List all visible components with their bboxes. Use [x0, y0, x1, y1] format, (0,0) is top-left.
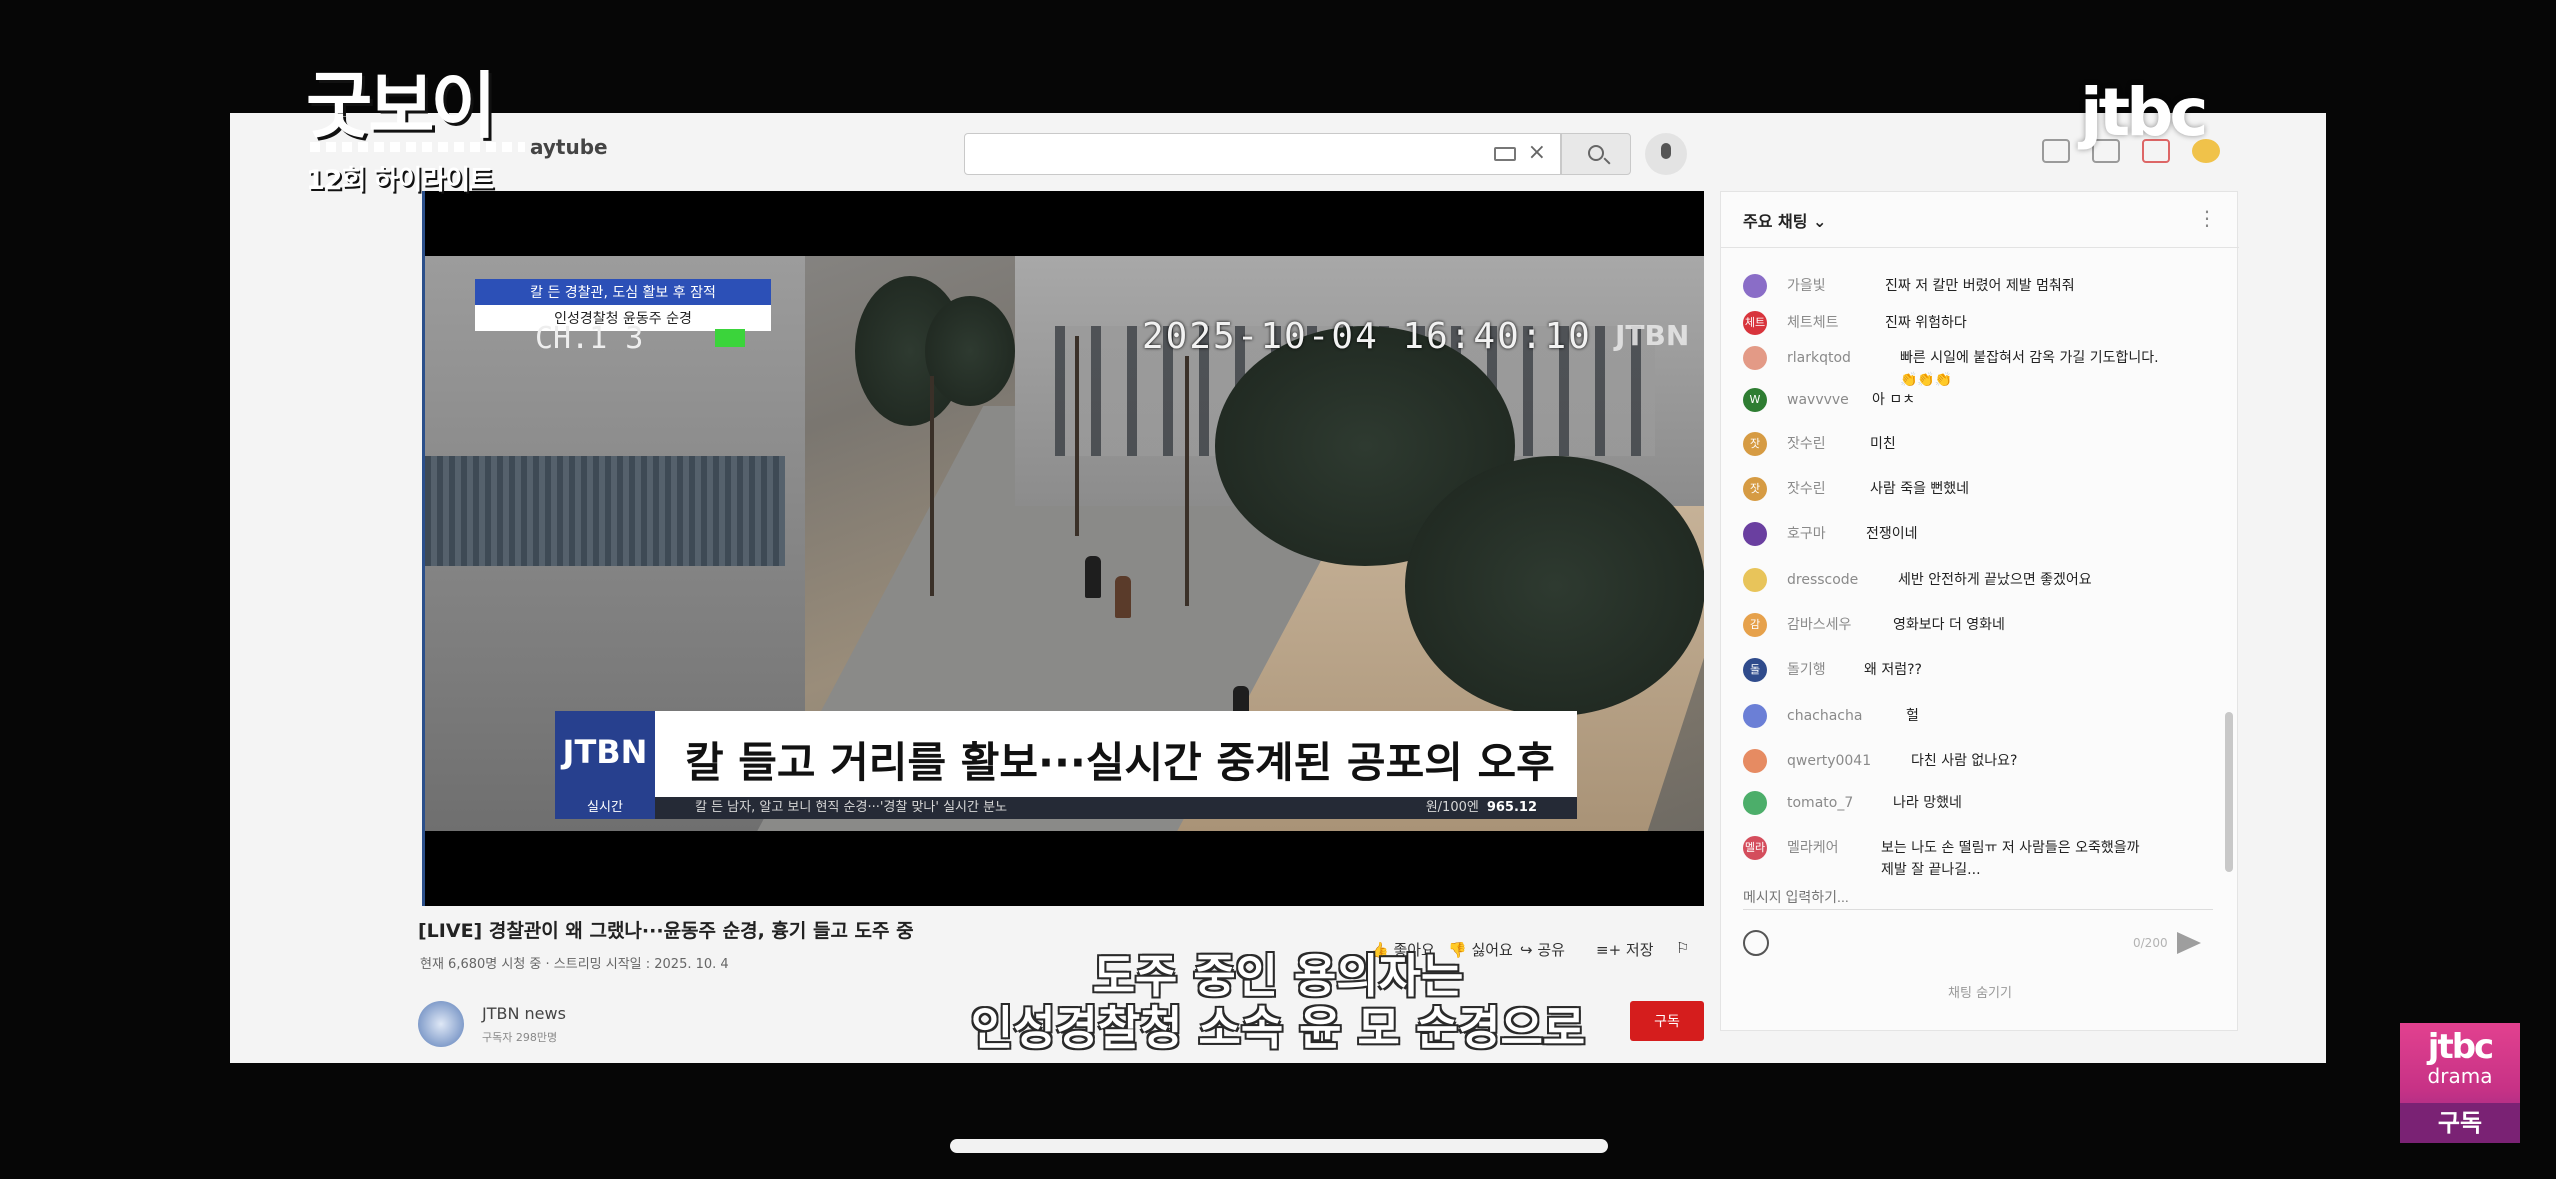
news-caption-line: 칼 든 경찰관, 도심 활보 후 잠적	[475, 279, 771, 305]
chat-author[interactable]: chachacha	[1787, 706, 1862, 726]
news-lower-third: JTBN 칼 들고 거리를 활보···실시간 중계된 공포의 오후 실시간 칼 …	[555, 711, 1577, 819]
chat-text: 다친 사람 없나요?	[1911, 753, 2018, 769]
chat-author[interactable]: wavvvve	[1787, 390, 1849, 410]
chat-avatar[interactable]: W	[1743, 388, 1767, 412]
chat-author[interactable]: 잣수린	[1787, 434, 1826, 454]
browser-screen: aytube × 칼 든 경찰관, 도심 활보 후 잠적 인성경찰청 윤동주 순…	[230, 113, 2326, 1063]
program-logo: 굿보이 12회 하이라이트	[306, 64, 556, 197]
more-icon[interactable]: ⋮	[2197, 206, 2217, 230]
search-input[interactable]: ×	[964, 133, 1561, 175]
program-title: 굿보이	[306, 64, 497, 148]
badge-logo: jtbc	[2427, 1027, 2494, 1067]
chat-avatar[interactable]: 돌	[1743, 658, 1767, 682]
chat-text: 세반 안전하게 끝났으면 좋겠어요	[1898, 572, 2092, 588]
osd-channel: CH.1 3	[535, 321, 644, 356]
chat-author[interactable]: 돌기행	[1787, 660, 1826, 680]
chat-text: 미친	[1870, 436, 1896, 452]
chat-author[interactable]: 감바스세우	[1787, 615, 1851, 635]
person	[1115, 576, 1131, 618]
chat-mode-label: 주요 채팅	[1743, 212, 1808, 231]
chat-text: 제발 잘 끝나길...	[1881, 862, 1981, 878]
chat-avatar[interactable]	[1743, 704, 1767, 728]
chat-text: 헐	[1906, 708, 1919, 724]
chat-author[interactable]: 호구마	[1787, 524, 1826, 544]
badge-subscribe-label: 구독	[2400, 1103, 2520, 1143]
chat-mode-dropdown[interactable]: 주요 채팅 ⌄	[1743, 208, 1826, 232]
chat-message-list[interactable]: 가을빛 진짜 저 칼만 버렸어 제발 멈춰줘 체트 체트체트 진짜 위험하다 rlarkq…	[1721, 248, 2221, 878]
chat-text: 진짜 위험하다	[1885, 315, 1967, 331]
index-readout: 원/100엔 965.12	[1426, 797, 1537, 819]
chat-text: 진짜 저 칼만 버렸어 제발 멈춰줘	[1885, 278, 2075, 294]
ticker-text: 칼 든 남자, 알고 보니 현직 순경···'경찰 맞나' 실시간 분노	[695, 800, 1008, 815]
chat-header: 주요 채팅 ⌄ ⋮	[1721, 192, 2239, 248]
live-tag: 실시간	[555, 797, 655, 819]
video-title: [LIVE] 경찰관이 왜 그랬나···윤동주 순경, 흉기 들고 도주 중	[418, 920, 914, 942]
chat-avatar[interactable]	[1743, 749, 1767, 773]
chat-text: 아 ㅁㅊ	[1872, 392, 1916, 408]
chat-avatar[interactable]: 멜라	[1743, 836, 1767, 860]
chat-author[interactable]: rlarkqtod	[1787, 348, 1851, 368]
episode-label: 12회 하이라이트	[306, 165, 494, 196]
close-icon[interactable]: ×	[1528, 140, 1546, 165]
home-indicator[interactable]	[950, 1139, 1608, 1153]
chat-author[interactable]: 체트체트	[1787, 313, 1839, 333]
chat-avatar[interactable]	[1743, 791, 1767, 815]
news-logo: JTBN	[555, 711, 655, 803]
index-label: 원/100엔	[1425, 800, 1479, 815]
chat-author[interactable]: dresscode	[1787, 570, 1858, 590]
video-player[interactable]: 칼 든 경찰관, 도심 활보 후 잠적 인성경찰청 윤동주 순경 CH.1 3 …	[422, 191, 1704, 906]
chat-avatar[interactable]	[1743, 346, 1767, 370]
chat-text: 나라 망했네	[1893, 795, 1962, 811]
chat-avatar[interactable]	[1743, 522, 1767, 546]
chat-avatar[interactable]: 잣	[1743, 477, 1767, 501]
keyboard-icon[interactable]	[1494, 147, 1516, 161]
subtitle-line: 인성경찰청 소속 윤 모 순경으로	[970, 1001, 1586, 1055]
chat-text: 영화보다 더 영화네	[1893, 617, 2005, 633]
chat-author[interactable]: 멜라케어	[1787, 838, 1839, 858]
chat-text: 사람 죽을 뻔했네	[1870, 481, 1970, 497]
voice-search-button[interactable]	[1645, 133, 1687, 175]
chat-text: 보는 나도 손 떨림ㅠ 저 사람들은 오죽했을까	[1881, 840, 2140, 856]
search-button[interactable]	[1561, 133, 1631, 175]
osd-timestamp: 2025-10-04 16:40:10	[1142, 316, 1592, 357]
chat-text: 전쟁이네	[1866, 526, 1918, 542]
chat-input[interactable]	[1743, 884, 2213, 910]
chat-scrollbar[interactable]	[2225, 712, 2233, 872]
rec-indicator	[715, 329, 745, 347]
search-icon	[1588, 145, 1604, 161]
chat-author[interactable]: 가을빛	[1787, 276, 1826, 296]
chat-text: 왜 저럼??	[1864, 662, 1922, 678]
chat-text: 👏👏👏	[1900, 372, 1953, 388]
news-ticker: 칼 든 남자, 알고 보니 현직 순경···'경찰 맞나' 실시간 분노 원/1…	[655, 797, 1577, 819]
chat-author[interactable]: qwerty0041	[1787, 751, 1871, 771]
create-icon[interactable]	[2042, 139, 2070, 163]
osd-watermark: JTBN	[1615, 319, 1690, 352]
chat-avatar[interactable]	[1743, 568, 1767, 592]
index-value: 965.12	[1486, 800, 1537, 815]
news-headline: 칼 들고 거리를 활보···실시간 중계된 공포의 오후	[655, 711, 1577, 797]
network-logo: jtbc	[2080, 74, 2209, 151]
person	[1085, 556, 1101, 598]
chat-avatar[interactable]: 감	[1743, 613, 1767, 637]
chat-author[interactable]: 잣수린	[1787, 479, 1826, 499]
chat-author[interactable]: tomato_7	[1787, 793, 1853, 813]
chat-avatar[interactable]: 잣	[1743, 432, 1767, 456]
chat-avatar[interactable]	[1743, 274, 1767, 298]
chat-avatar[interactable]: 체트	[1743, 311, 1767, 335]
subscribe-badge[interactable]: jtbc drama 구독	[2400, 1023, 2520, 1143]
badge-word: drama	[2427, 1064, 2493, 1088]
chevron-down-icon: ⌄	[1813, 212, 1827, 231]
video-frame: aytube × 칼 든 경찰관, 도심 활보 후 잠적 인성경찰청 윤동주 순…	[0, 0, 2556, 1179]
live-chat-panel: 주요 채팅 ⌄ ⋮ 가을빛 진짜 저 칼만 버렸어 제발 멈춰줘 체트 체트체트 진짜 …	[1720, 191, 2239, 1031]
mic-icon	[1661, 143, 1671, 159]
chat-text: 빠른 시일에 붙잡혀서 감옥 가길 기도합니다.	[1900, 350, 2159, 366]
